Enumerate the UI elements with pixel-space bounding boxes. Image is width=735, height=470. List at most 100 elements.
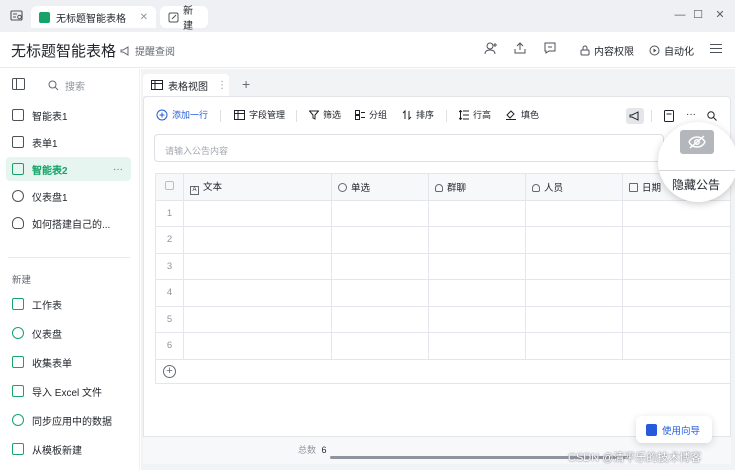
field-manage-label: 字段管理: [249, 110, 286, 120]
announcement-toggle-icon[interactable]: [626, 108, 644, 124]
cell[interactable]: [331, 199, 429, 227]
table-row[interactable]: 4: [155, 279, 731, 307]
toolbar-divider: [220, 110, 221, 122]
select-all-checkbox[interactable]: [155, 173, 184, 201]
close-icon[interactable]: ✕: [140, 12, 148, 23]
column-header-text[interactable]: A 文本: [183, 173, 332, 201]
table-row[interactable]: 1: [155, 199, 731, 227]
announcement-input[interactable]: 请输入公告内容: [154, 134, 664, 162]
sort-button[interactable]: 排序: [402, 108, 434, 121]
sidebar-item-form-1[interactable]: 表单1: [6, 130, 131, 154]
cell[interactable]: [525, 279, 623, 307]
sidebar-search[interactable]: 搜索: [48, 78, 85, 93]
sidebar-item-smart-table-2[interactable]: 智能表2 ···: [6, 157, 131, 181]
share-icon[interactable]: [513, 41, 527, 55]
maximize-button[interactable]: ☐: [691, 8, 705, 22]
sidebar-toggle-icon[interactable]: [12, 78, 25, 90]
fill-color-button[interactable]: 填色: [506, 108, 539, 121]
filter-button[interactable]: 筛选: [309, 108, 341, 121]
cell[interactable]: [622, 279, 731, 307]
cell[interactable]: [622, 199, 731, 227]
hide-announcement-callout[interactable]: 隐藏公告: [658, 122, 735, 202]
group-label: 分组: [369, 110, 388, 120]
cell[interactable]: [183, 252, 332, 280]
field-manage-button[interactable]: 字段管理: [234, 108, 285, 121]
cell[interactable]: [525, 252, 623, 280]
add-view-button[interactable]: +: [242, 76, 250, 92]
import-excel-button[interactable]: 导入 Excel 文件: [6, 379, 131, 403]
cell[interactable]: [622, 332, 731, 360]
permission-button[interactable]: 内容权限: [580, 43, 634, 58]
minimize-button[interactable]: —: [673, 8, 687, 22]
cell[interactable]: [428, 199, 526, 227]
sidebar-item-smart-table-1[interactable]: 智能表1: [6, 103, 131, 127]
new-worksheet-button[interactable]: 工作表: [6, 292, 131, 316]
cell[interactable]: [525, 199, 623, 227]
cell[interactable]: [428, 279, 526, 307]
table-row[interactable]: 3: [155, 252, 731, 280]
menu-icon[interactable]: [710, 43, 722, 54]
cell[interactable]: [428, 252, 526, 280]
cell[interactable]: [525, 305, 623, 333]
cell[interactable]: [331, 252, 429, 280]
more-options-icon[interactable]: ···: [686, 109, 696, 120]
table-row[interactable]: 2: [155, 226, 731, 254]
tab-document[interactable]: 无标题智能表格 ✕: [31, 6, 156, 28]
cell[interactable]: [525, 226, 623, 254]
remind-label: 提醒查阅: [135, 47, 175, 58]
view-more-icon[interactable]: ⋮: [217, 80, 227, 91]
table-row[interactable]: 6: [155, 332, 731, 360]
cell[interactable]: [622, 252, 731, 280]
cell[interactable]: [428, 305, 526, 333]
table-row[interactable]: 5: [155, 305, 731, 333]
column-label: 文本: [203, 181, 223, 193]
form-view-icon[interactable]: [664, 110, 674, 122]
callout-divider: [658, 170, 735, 171]
cell[interactable]: [183, 279, 332, 307]
tab-table-view[interactable]: 表格视图 ⋮: [143, 74, 229, 96]
page-title[interactable]: 无标题智能表格: [11, 40, 116, 61]
add-row-cell[interactable]: +: [155, 358, 731, 384]
sidebar-item-dashboard-1[interactable]: 仪表盘1: [6, 184, 131, 208]
sidebar-item-guide-doc[interactable]: 如何搭建自己的...: [6, 211, 131, 235]
cell[interactable]: [622, 226, 731, 254]
cell[interactable]: [622, 305, 731, 333]
new-from-template-button[interactable]: 从模板新建: [6, 437, 131, 461]
column-header-group-chat[interactable]: 群聊: [428, 173, 526, 201]
guide-label: 使用向导: [662, 425, 701, 437]
column-header-single-select[interactable]: 单选: [331, 173, 429, 201]
more-icon[interactable]: ···: [113, 164, 123, 175]
cell[interactable]: [183, 199, 332, 227]
table-search-icon[interactable]: [707, 111, 717, 121]
column-header-person[interactable]: 人员: [525, 173, 623, 201]
usage-guide-button[interactable]: 使用向导: [636, 416, 712, 443]
cell[interactable]: [331, 305, 429, 333]
cell[interactable]: [428, 226, 526, 254]
cell[interactable]: [183, 226, 332, 254]
remind-button[interactable]: 提醒查阅: [120, 43, 175, 58]
add-row-button[interactable]: 添加一行: [156, 108, 208, 121]
tab-new[interactable]: 新建: [160, 6, 208, 32]
column-label: 单选: [351, 182, 371, 194]
add-row-plus-icon[interactable]: +: [163, 364, 176, 378]
sync-data-button[interactable]: 同步应用中的数据: [6, 408, 131, 432]
cell[interactable]: [183, 332, 332, 360]
tab-document-label: 无标题智能表格: [56, 13, 126, 25]
cell[interactable]: [331, 279, 429, 307]
cell[interactable]: [183, 305, 332, 333]
add-collaborator-icon[interactable]: [484, 41, 498, 55]
new-dashboard-button[interactable]: 仪表盘: [6, 321, 131, 345]
group-button[interactable]: 分组: [355, 108, 387, 121]
comment-icon[interactable]: [543, 41, 557, 55]
close-window-button[interactable]: ✕: [713, 8, 727, 22]
view-tab-label: 表格视图: [168, 81, 208, 93]
cell[interactable]: [428, 332, 526, 360]
cell[interactable]: [525, 332, 623, 360]
history-icon[interactable]: [10, 9, 23, 22]
row-number: 5: [155, 305, 184, 333]
cell[interactable]: [331, 226, 429, 254]
row-height-button[interactable]: 行高: [459, 108, 491, 121]
new-collect-form-button[interactable]: 收集表单: [6, 350, 131, 374]
cell[interactable]: [331, 332, 429, 360]
automation-button[interactable]: 自动化: [649, 43, 694, 58]
